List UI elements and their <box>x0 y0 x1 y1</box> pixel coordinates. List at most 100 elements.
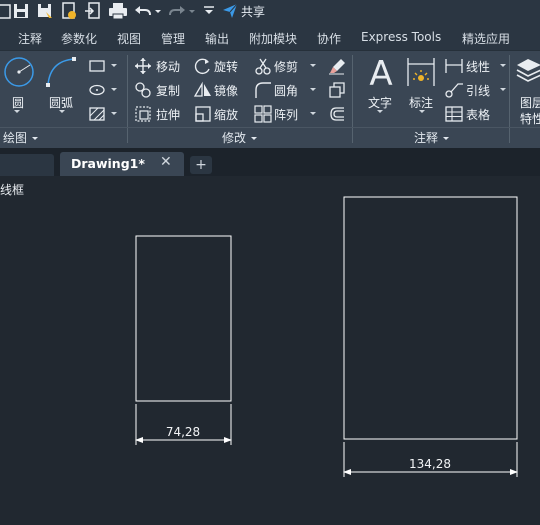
tab-parametric[interactable]: 参数化 <box>61 30 97 47</box>
annotation-panel-title[interactable]: 注释 <box>414 129 450 146</box>
linear-dropdown-icon[interactable] <box>499 63 507 69</box>
ribbon-tab-bar: 注释 参数化 视图 管理 输出 附加模块 协作 Express Tools 精选… <box>0 24 540 50</box>
trim-label[interactable]: 修剪 <box>274 58 298 75</box>
file-tab-bar: Drawing1* ✕ + <box>0 148 540 176</box>
small-rectangle[interactable] <box>135 235 232 402</box>
properties-label-line1[interactable]: 图层 <box>520 94 540 111</box>
redo-icon[interactable] <box>168 2 186 20</box>
leader-dropdown-icon[interactable] <box>499 87 507 93</box>
leader-icon[interactable] <box>444 81 464 99</box>
send-icon <box>223 3 238 18</box>
ribbon-panel: 圆 圆弧 移动 旋转 修剪 复制 镜像 圆角 拉伸 缩放 阵列 A 文字 标注 … <box>0 50 540 149</box>
large-dimension-text[interactable]: 134,28 <box>409 457 451 471</box>
properties-label-line2[interactable]: 特性 <box>520 110 540 127</box>
copy-label[interactable]: 复制 <box>156 82 180 99</box>
modify-panel-title[interactable]: 修改 <box>222 129 258 146</box>
panel-divider <box>127 55 128 143</box>
table-label[interactable]: 表格 <box>466 106 490 123</box>
erase-icon[interactable] <box>328 57 346 75</box>
rectangle-dropdown-icon[interactable] <box>110 63 118 69</box>
circle-dropdown-icon[interactable] <box>13 109 21 115</box>
trim-icon[interactable] <box>254 57 272 75</box>
mirror-label[interactable]: 镜像 <box>214 82 238 99</box>
customize-qat-icon[interactable] <box>202 2 216 20</box>
undo-icon[interactable] <box>134 2 152 20</box>
text-dropdown-icon[interactable] <box>376 109 384 115</box>
modify-panel-title-text: 修改 <box>222 131 247 145</box>
tab-collaborate[interactable]: 协作 <box>317 30 341 47</box>
arc-icon[interactable] <box>44 55 78 89</box>
scale-label[interactable]: 缩放 <box>214 106 238 123</box>
tab-view[interactable]: 视图 <box>117 30 141 47</box>
rotate-icon[interactable] <box>194 57 212 75</box>
tab-express-tools[interactable]: Express Tools <box>361 30 441 44</box>
open-web-icon[interactable] <box>60 2 78 20</box>
large-rectangle[interactable] <box>343 196 518 440</box>
drawing-geometry: 74,28 134,28 <box>135 196 518 477</box>
share-button[interactable]: 共享 <box>222 2 265 20</box>
draw-panel-title-text: 绘图 <box>3 131 28 145</box>
circle-icon[interactable] <box>3 56 35 88</box>
share-label: 共享 <box>241 4 266 19</box>
annotation-panel-title-text: 注释 <box>414 131 439 145</box>
drawing-tab[interactable]: Drawing1* ✕ <box>60 152 184 176</box>
rotate-label[interactable]: 旋转 <box>214 58 238 75</box>
hatch-icon[interactable] <box>88 106 106 122</box>
small-dimension-text[interactable]: 74,28 <box>166 425 200 439</box>
text-icon[interactable]: A <box>366 55 396 91</box>
export-icon[interactable] <box>84 2 102 20</box>
drawing-tab-title: Drawing1* <box>71 156 145 171</box>
save-icon[interactable] <box>12 2 30 20</box>
dimension-dropdown-icon[interactable] <box>418 109 426 115</box>
table-icon[interactable] <box>444 105 464 123</box>
fillet-dropdown-icon[interactable] <box>309 87 317 93</box>
layer-properties-icon[interactable] <box>515 55 540 85</box>
new-tab-button[interactable]: + <box>190 156 212 174</box>
start-tab[interactable] <box>0 154 54 176</box>
copy-icon[interactable] <box>134 81 152 99</box>
redo-dropdown-icon[interactable] <box>188 2 196 20</box>
rectangle-icon[interactable] <box>88 58 106 74</box>
undo-dropdown-icon[interactable] <box>154 2 162 20</box>
move-label[interactable]: 移动 <box>156 58 180 75</box>
chevron-down-icon <box>31 137 38 140</box>
fillet-label[interactable]: 圆角 <box>274 82 298 99</box>
array-label[interactable]: 阵列 <box>274 106 298 123</box>
offset-icon[interactable] <box>328 105 346 123</box>
ribbon-footer-divider <box>0 127 540 128</box>
print-icon[interactable] <box>108 2 128 20</box>
hatch-dropdown-icon[interactable] <box>110 111 118 117</box>
fillet-icon[interactable] <box>254 81 272 99</box>
stretch-label[interactable]: 拉伸 <box>156 106 180 123</box>
draw-panel-title[interactable]: 绘图 <box>3 129 39 146</box>
close-icon[interactable]: ✕ <box>160 154 172 170</box>
tab-featured-apps[interactable]: 精选应用 <box>462 30 510 47</box>
tab-annotate[interactable]: 注释 <box>18 30 42 47</box>
explode-icon[interactable] <box>328 81 346 99</box>
tab-output[interactable]: 输出 <box>205 30 229 47</box>
save-as-icon[interactable] <box>36 2 54 20</box>
scale-icon[interactable] <box>194 105 212 123</box>
svg-text:A: A <box>369 55 392 91</box>
move-icon[interactable] <box>134 57 152 75</box>
dimension-icon[interactable] <box>404 56 438 90</box>
mirror-icon[interactable] <box>194 81 212 99</box>
linear-label[interactable]: 线性 <box>466 58 490 75</box>
linear-dimension-icon[interactable] <box>444 57 464 75</box>
stretch-icon[interactable] <box>134 105 152 123</box>
tab-addins[interactable]: 附加模块 <box>249 30 297 47</box>
drawing-canvas[interactable]: 线框 74,28 134,28 <box>0 176 540 525</box>
chevron-down-icon <box>442 137 449 140</box>
ellipse-dropdown-icon[interactable] <box>110 87 118 93</box>
leader-label[interactable]: 引线 <box>466 82 490 99</box>
trim-dropdown-icon[interactable] <box>309 63 317 69</box>
panel-divider <box>352 55 353 143</box>
tab-manage[interactable]: 管理 <box>161 30 185 47</box>
arc-dropdown-icon[interactable] <box>58 109 66 115</box>
array-dropdown-icon[interactable] <box>309 111 317 117</box>
chevron-down-icon <box>250 137 257 140</box>
quick-access-toolbar: 共享 <box>0 0 540 24</box>
panel-divider <box>509 55 510 143</box>
array-icon[interactable] <box>254 105 272 123</box>
ellipse-icon[interactable] <box>88 82 106 98</box>
